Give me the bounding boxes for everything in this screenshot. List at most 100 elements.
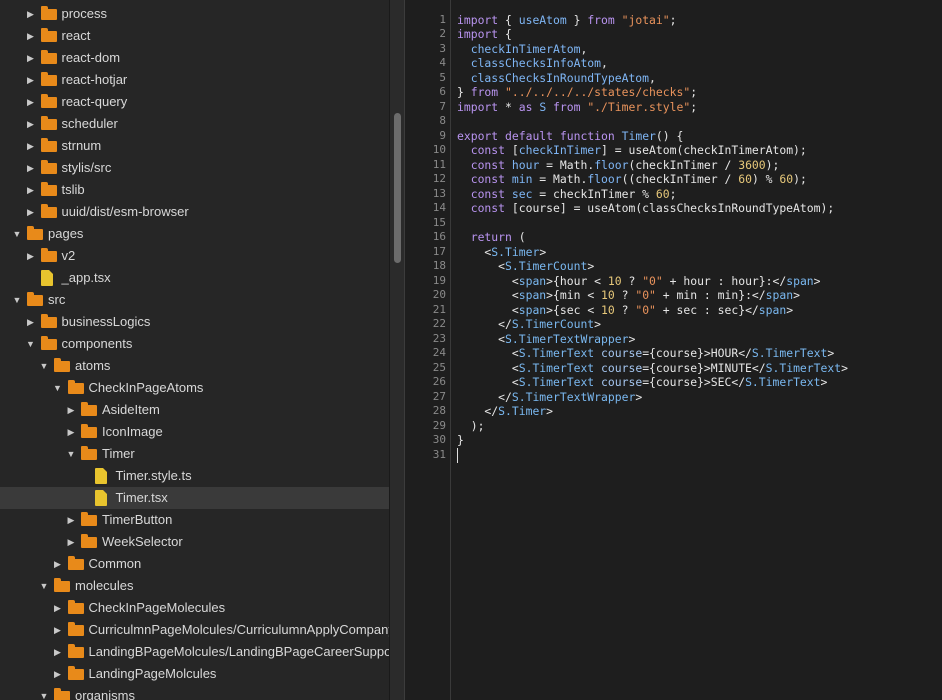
chevron-down-icon[interactable]: ▼ — [66, 443, 76, 465]
line-number: 4 — [439, 56, 446, 69]
tree-folder[interactable]: ▶ react-hotjar — [0, 69, 389, 91]
explorer-scrollbar[interactable] — [389, 0, 405, 700]
code-line[interactable]: const min = Math.floor((checkInTimer / 6… — [457, 172, 807, 187]
file-icon — [94, 490, 107, 506]
code-line[interactable]: <span>{sec < 10 ? "0" + sec : sec}</span… — [457, 303, 793, 318]
code-line[interactable]: import { — [457, 27, 512, 42]
code-line[interactable]: </S.Timer> — [457, 404, 553, 419]
code-line[interactable]: classChecksInfoAtom, — [457, 56, 608, 71]
chevron-right-icon[interactable]: ▶ — [26, 25, 36, 47]
tree-folder[interactable]: ▶ businessLogics — [0, 311, 389, 333]
tree-folder[interactable]: ▶ uuid/dist/esm-browser — [0, 201, 389, 223]
code-line[interactable]: </S.TimerTextWrapper> — [457, 390, 642, 405]
chevron-down-icon[interactable]: ▼ — [12, 223, 22, 245]
tree-folder[interactable]: ▼ molecules — [0, 575, 389, 597]
code-line[interactable]: import * as S from "./Timer.style"; — [457, 100, 697, 115]
code-line[interactable]: ); — [457, 419, 485, 434]
code-line[interactable]: import { useAtom } from "jotai"; — [457, 13, 677, 28]
tree-folder[interactable]: ▶ react-query — [0, 91, 389, 113]
folder-icon — [67, 556, 84, 570]
chevron-right-icon[interactable]: ▶ — [66, 531, 76, 553]
chevron-right-icon[interactable]: ▶ — [26, 311, 36, 333]
line-number: 19 — [432, 273, 446, 287]
tree-folder[interactable]: ▼ Timer — [0, 443, 389, 465]
chevron-right-icon[interactable]: ▶ — [66, 399, 76, 421]
tree-folder[interactable]: ▼ organisms — [0, 685, 389, 700]
code-line[interactable]: <span>{hour < 10 ? "0" + hour : hour}:</… — [457, 274, 821, 289]
tree-folder[interactable]: ▶ WeekSelector — [0, 531, 389, 553]
tree-folder[interactable]: ▶ CheckInPageMolecules — [0, 597, 389, 619]
code-line[interactable]: export default function Timer() { — [457, 129, 683, 144]
chevron-right-icon[interactable]: ▶ — [26, 91, 36, 113]
chevron-right-icon[interactable]: ▶ — [53, 597, 63, 619]
tree-folder[interactable]: ▶ process — [0, 3, 389, 25]
chevron-right-icon[interactable]: ▶ — [26, 201, 36, 223]
tree-folder[interactable]: ▶ strnum — [0, 135, 389, 157]
line-number: 18 — [432, 259, 446, 272]
chevron-down-icon[interactable]: ▼ — [39, 355, 49, 377]
chevron-right-icon[interactable]: ▶ — [53, 553, 63, 575]
code-line[interactable]: const hour = Math.floor(checkInTimer / 3… — [457, 158, 780, 173]
chevron-right-icon[interactable]: ▶ — [26, 47, 36, 69]
explorer-scrollbar-thumb[interactable] — [394, 113, 401, 263]
tree-folder[interactable]: ▶ LandingPageMolcules — [0, 663, 389, 685]
tree-folder[interactable]: ▼ src — [0, 289, 389, 311]
code-line[interactable]: <span>{min < 10 ? "0" + min : min}:</spa… — [457, 288, 800, 303]
chevron-right-icon[interactable]: ▶ — [53, 641, 63, 663]
tree-file[interactable]: Timer.tsx — [0, 487, 389, 509]
chevron-right-icon[interactable]: ▶ — [26, 179, 36, 201]
chevron-right-icon[interactable]: ▶ — [53, 619, 63, 641]
code-token: > — [587, 259, 595, 273]
code-line[interactable]: const sec = checkInTimer % 60; — [457, 187, 677, 202]
chevron-right-icon[interactable]: ▶ — [26, 157, 36, 179]
chevron-right-icon[interactable]: ▶ — [26, 245, 36, 267]
chevron-down-icon[interactable]: ▼ — [12, 289, 22, 311]
tree-folder[interactable]: ▶ LandingBPageMolcules/LandingBPageCareer… — [0, 641, 389, 663]
code-line[interactable]: <S.Timer> — [457, 245, 546, 260]
chevron-right-icon[interactable]: ▶ — [66, 421, 76, 443]
chevron-right-icon[interactable]: ▶ — [66, 509, 76, 531]
tree-folder[interactable]: ▶ react-dom — [0, 47, 389, 69]
tree-folder[interactable]: ▶ TimerButton — [0, 509, 389, 531]
chevron-down-icon[interactable]: ▼ — [53, 377, 63, 399]
chevron-down-icon[interactable]: ▼ — [39, 575, 49, 597]
tree-file[interactable]: Timer.style.ts — [0, 465, 389, 487]
tree-folder[interactable]: ▼ components — [0, 333, 389, 355]
tree-folder[interactable]: ▶ IconImage — [0, 421, 389, 443]
tree-folder[interactable]: ▼ CheckInPageAtoms — [0, 377, 389, 399]
tree-file[interactable]: _app.tsx — [0, 267, 389, 289]
code-line[interactable]: <S.TimerTextWrapper> — [457, 332, 635, 347]
tree-folder[interactable]: ▶ tslib — [0, 179, 389, 201]
tree-item-label: LandingBPageMolcules/LandingBPageCareerS… — [88, 644, 390, 659]
chevron-right-icon[interactable]: ▶ — [26, 69, 36, 91]
tree-folder[interactable]: ▶ scheduler — [0, 113, 389, 135]
code-line[interactable]: const [checkInTimer] = useAtom(checkInTi… — [457, 143, 807, 158]
code-line[interactable]: <S.TimerText course={course}>HOUR</S.Tim… — [457, 346, 834, 361]
chevron-down-icon[interactable]: ▼ — [26, 333, 36, 355]
tree-folder[interactable]: ▶ Common — [0, 553, 389, 575]
tree-folder[interactable]: ▶ v2 — [0, 245, 389, 267]
code-line[interactable]: </S.TimerCount> — [457, 317, 601, 332]
chevron-down-icon[interactable]: ▼ — [39, 685, 49, 700]
tree-folder[interactable]: ▼ pages — [0, 223, 389, 245]
code-line[interactable]: return ( — [457, 230, 526, 245]
tree-folder[interactable]: ▶ stylis/src — [0, 157, 389, 179]
code-line[interactable]: <S.TimerText course={course}>MINUTE</S.T… — [457, 361, 848, 376]
code-line[interactable]: const [course] = useAtom(classChecksInRo… — [457, 201, 834, 216]
code-line[interactable]: } — [457, 433, 464, 448]
code-line[interactable]: classChecksInRoundTypeAtom, — [457, 71, 656, 86]
chevron-right-icon[interactable]: ▶ — [26, 3, 36, 25]
tree-folder[interactable]: ▼ atoms — [0, 355, 389, 377]
code-line[interactable]: } from "../../../../states/checks"; — [457, 85, 697, 100]
code-line[interactable]: <S.TimerText course={course}>SEC</S.Time… — [457, 375, 828, 390]
code-editor[interactable]: 1 2 3 4 5 6 7 8 9 10 11 12 13 14 15 16 17 18 19 20 21 22 23 24 2… — [405, 0, 942, 700]
code-line[interactable]: <S.TimerCount> — [457, 259, 594, 274]
chevron-right-icon[interactable]: ▶ — [53, 663, 63, 685]
tree-folder[interactable]: ▶ CurriculmnPageMolcules/CurriculumnApply… — [0, 619, 389, 641]
tree-folder[interactable]: ▶ react — [0, 25, 389, 47]
code-line[interactable]: checkInTimerAtom, — [457, 42, 588, 57]
chevron-right-icon[interactable]: ▶ — [26, 113, 36, 135]
chevron-right-icon[interactable]: ▶ — [26, 135, 36, 157]
tree-folder[interactable]: ▶ AsideItem — [0, 399, 389, 421]
